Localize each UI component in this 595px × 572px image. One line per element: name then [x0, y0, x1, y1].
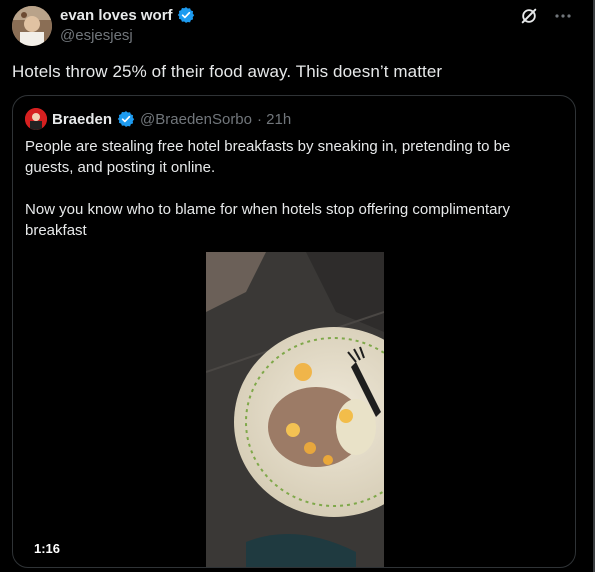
author-name-row: evan loves worf — [60, 6, 195, 24]
quoted-author-handle[interactable]: @BraedenSorbo — [140, 111, 252, 128]
quoted-author-avatar[interactable] — [25, 108, 47, 130]
tweet-text: Hotels throw 25% of their food away. Thi… — [12, 62, 443, 81]
author-handle[interactable]: @esjesjesj — [60, 27, 133, 44]
quoted-avatar-image — [25, 108, 47, 130]
video-thumbnail — [206, 252, 384, 567]
verified-badge-icon — [177, 6, 195, 24]
avatar-image — [12, 6, 52, 46]
quoted-tweet-header: Braeden @BraedenSorbo · 21h — [25, 108, 291, 130]
video-player[interactable] — [206, 252, 384, 567]
quoted-tweet-time[interactable]: · 21h — [257, 111, 291, 128]
grok-icon[interactable] — [519, 6, 539, 26]
more-icon[interactable] — [553, 6, 573, 26]
quoted-paragraph: People are stealing free hotel breakfast… — [25, 138, 511, 176]
quoted-paragraph: Now you know who to blame for when hotel… — [25, 201, 510, 239]
author-name[interactable]: evan loves worf — [60, 7, 173, 24]
quoted-author-name[interactable]: Braeden — [52, 111, 112, 128]
quoted-tweet-text: People are stealing free hotel breakfast… — [25, 136, 555, 262]
author-avatar[interactable] — [12, 6, 52, 46]
quoted-tweet[interactable]: Braeden @BraedenSorbo · 21h People are s… — [12, 95, 576, 568]
tweet-actions — [519, 6, 573, 26]
quoted-verified-badge-icon — [117, 110, 135, 128]
video-duration: 1:16 — [31, 540, 64, 557]
